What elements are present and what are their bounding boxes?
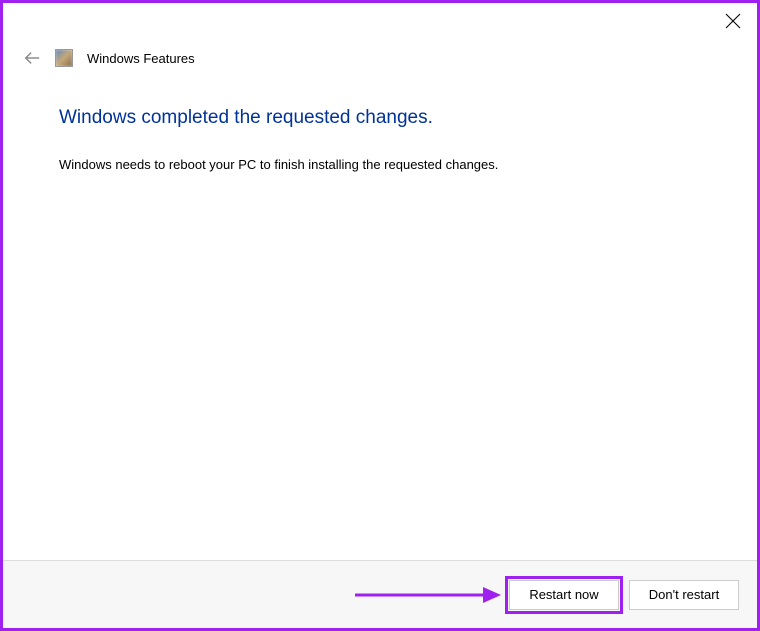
header: Windows Features [3,41,757,67]
windows-features-icon [55,49,73,67]
annotation-arrow-icon [353,583,503,607]
restart-now-button[interactable]: Restart now [509,580,619,610]
dialog-title: Windows Features [87,51,195,66]
back-arrow-icon[interactable] [23,49,41,67]
body-text: Windows needs to reboot your PC to finis… [59,157,707,172]
footer: Restart now Don't restart [3,560,757,628]
dont-restart-button[interactable]: Don't restart [629,580,739,610]
close-icon[interactable] [725,13,741,29]
heading: Windows completed the requested changes. [59,107,707,129]
content-area: Windows completed the requested changes.… [3,67,757,560]
titlebar [3,3,757,41]
